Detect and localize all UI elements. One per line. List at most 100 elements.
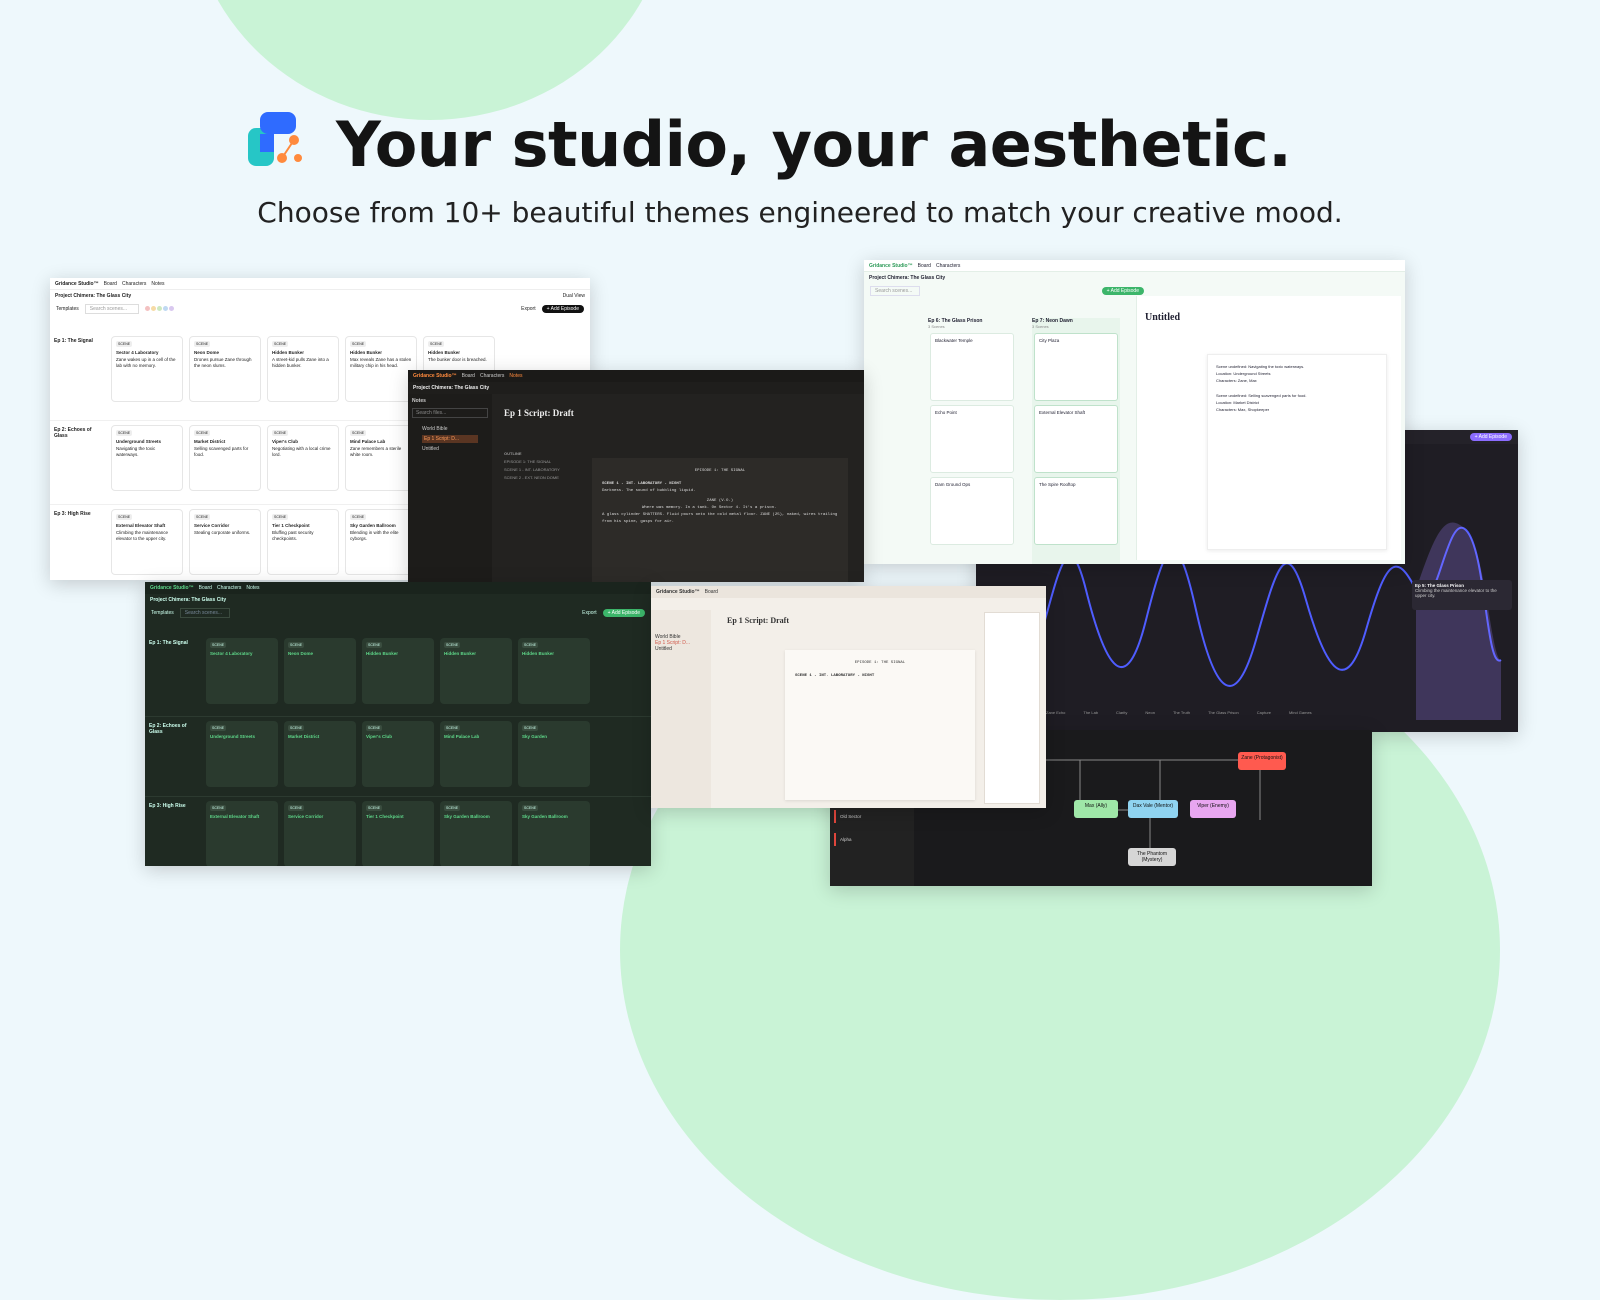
kanban-card[interactable]: Echo Point <box>930 405 1014 473</box>
scene-card[interactable]: SCENE Hidden Bunker A street-kid pulls Zan… <box>267 336 339 402</box>
card-title: Underground Streets <box>210 734 256 739</box>
scene-card[interactable]: SCENE Neon Dome Drones pursue Zane through… <box>189 336 261 402</box>
editor-line: Characters: Max, Shopkeeper <box>1216 407 1270 412</box>
row-label: Ep 1: The Signal <box>54 338 93 344</box>
row-label: Ep 3: High Rise <box>54 511 91 517</box>
nav-board[interactable]: Board <box>462 373 475 379</box>
card-title: Mind Palace Lab <box>444 734 480 739</box>
app-brand: Gridance Studio™ <box>656 589 700 595</box>
add-episode-button[interactable]: + Add Episode <box>602 609 645 617</box>
kanban-column: Ep 6: The Glass Prison 3 Scenes Blackwat… <box>928 318 1016 564</box>
scene-card[interactable]: SCENE Market District Selling scavenged pa… <box>189 425 261 491</box>
kanban-card[interactable]: Dam Ground Ops <box>930 477 1014 545</box>
script-page[interactable]: EPISODE 1: THE SIGNAL SCENE 1 - INT. LAB… <box>592 458 848 582</box>
breadcrumb: Project Chimera: The Glass City <box>408 382 864 394</box>
app-title-bar: Gridance Studio™ Board <box>651 586 1046 598</box>
scene-card[interactable]: SCENE Mind Palace Lab Zane remembers a ste… <box>345 425 417 491</box>
scene-card[interactable]: SCENE Market District <box>284 721 356 787</box>
file-item[interactable]: World Bible <box>422 426 478 432</box>
search-input[interactable]: Search scenes... <box>870 286 920 296</box>
kanban-card[interactable]: Blackwater Temple <box>930 333 1014 401</box>
scene-card[interactable]: SCENE Tier 1 Checkpoint Bluffing past secu… <box>267 509 339 575</box>
scene-card[interactable]: SCENE Sky Garden Ballroom <box>518 801 590 866</box>
search-input[interactable]: Search scenes... <box>84 304 139 314</box>
add-episode-button[interactable]: + Add Episode <box>1469 433 1512 441</box>
nav-notes[interactable]: Notes <box>509 373 522 379</box>
row-label: Ep 2: Echoes of Glass <box>149 723 187 735</box>
scene-card[interactable]: SCENE Neon Dome <box>284 638 356 704</box>
nav-board[interactable]: Board <box>199 585 212 591</box>
nav-notes[interactable]: Notes <box>151 281 164 287</box>
screenshot-kanban-light: Gridance Studio™ Board Characters Projec… <box>864 260 1405 564</box>
kanban-column: Ep 7: Neon Dawn 3 Scenes City Plaza Exte… <box>1032 318 1120 564</box>
scene-card[interactable]: SCENE Mind Palace Lab <box>440 721 512 787</box>
editor-title: Untitled <box>1145 312 1180 323</box>
nav-board[interactable]: Board <box>705 589 718 595</box>
app-brand: Gridance Studio™ <box>869 262 913 269</box>
card-title: Neon Dome <box>194 350 220 355</box>
scene-card[interactable]: SCENE Sky Garden Ballroom Blending in with… <box>345 509 417 575</box>
scene-card[interactable]: SCENE Viper's Club Negotiating with a loca… <box>267 425 339 491</box>
file-item[interactable]: Untitled <box>655 646 707 652</box>
nav-board[interactable]: Board <box>104 281 117 287</box>
dual-view-button[interactable]: Dual View <box>563 293 585 299</box>
card-desc: Stealing corporate uniforms. <box>194 530 251 535</box>
scene-card[interactable]: SCENE Underground Streets Navigating the t… <box>111 425 183 491</box>
scene-card[interactable]: SCENE Hidden Bunker <box>440 638 512 704</box>
export-button[interactable]: Export <box>521 306 535 312</box>
nav-characters[interactable]: Characters <box>217 585 241 591</box>
color-swatches[interactable] <box>144 305 175 313</box>
scene-card[interactable]: SCENE Sector 4 Laboratory Zane wakes up in… <box>111 336 183 402</box>
card-title: External Elevator Shaft <box>116 523 166 528</box>
kanban-card[interactable]: External Elevator Shaft <box>1034 405 1118 473</box>
kanban-card[interactable]: City Plaza <box>1034 333 1118 401</box>
scene-card[interactable]: SCENE Service Corridor <box>284 801 356 866</box>
scene-card[interactable]: SCENE Hidden Bunker Max reveals Zane has a… <box>345 336 417 402</box>
nav-characters[interactable]: Characters <box>122 281 146 287</box>
editor-page[interactable]: Scene undefined: Navigating the toxic wa… <box>1207 354 1387 550</box>
script-page[interactable]: EPISODE 1: THE SIGNAL SCENE 1 - INT. LAB… <box>785 650 975 800</box>
scene-card[interactable]: SCENE Service Corridor Stealing corporate … <box>189 509 261 575</box>
graph-label: The Truth <box>1172 710 1191 715</box>
scene-card[interactable]: SCENE External Elevator Shaft Climbing the… <box>111 509 183 575</box>
map-node[interactable]: Dax Vale (Mentor) <box>1128 800 1178 818</box>
nav-board[interactable]: Board <box>918 263 931 269</box>
map-node[interactable]: Viper (Enemy) <box>1190 800 1236 818</box>
search-input[interactable]: Search scenes... <box>179 608 230 618</box>
add-episode-button[interactable]: + Add Episode <box>1101 287 1144 295</box>
card-title: Service Corridor <box>194 523 230 528</box>
templates-button[interactable]: Templates <box>151 610 174 616</box>
card-desc: Bluffing past security checkpoints. <box>272 530 314 541</box>
outline-item[interactable]: EPISODE 1: THE SIGNAL <box>504 458 584 466</box>
scene-card[interactable]: SCENE Sky Garden <box>518 721 590 787</box>
graph-label: The Glass Prison <box>1208 710 1239 715</box>
board-row: Ep 3: High Rise SCENE External Elevator S… <box>145 796 651 866</box>
outline-item[interactable]: SCENE 1 - INT. LABORATORY <box>504 466 584 474</box>
file-item[interactable]: Untitled <box>422 446 478 452</box>
map-node[interactable]: Zane (Protagonist) <box>1238 752 1286 770</box>
scene-card[interactable]: SCENE External Elevator Shaft <box>206 801 278 866</box>
search-input[interactable]: Search files... <box>412 408 488 418</box>
add-episode-button[interactable]: + Add Episode <box>541 305 584 313</box>
templates-button[interactable]: Templates <box>56 306 79 312</box>
scene-card[interactable]: SCENE Sector 4 Laboratory <box>206 638 278 704</box>
kanban-card[interactable]: The Spire Rooftop <box>1034 477 1118 545</box>
scene-heading: SCENE 1 - INT. LABORATORY - NIGHT <box>795 674 875 678</box>
file-item[interactable]: Ep 1 Script: D... <box>422 435 478 443</box>
map-node[interactable]: The Phantom (Mystery) <box>1128 848 1176 866</box>
nav-characters[interactable]: Characters <box>480 373 504 379</box>
scene-card[interactable]: SCENE Hidden Bunker <box>362 638 434 704</box>
export-button[interactable]: Export <box>582 610 596 616</box>
outline-label: OUTLINE <box>504 451 522 456</box>
scene-card[interactable]: SCENE Viper's Club <box>362 721 434 787</box>
scene-card[interactable]: SCENE Sky Garden Ballroom <box>440 801 512 866</box>
nav-notes[interactable]: Notes <box>246 585 259 591</box>
outline-item[interactable]: SCENE 2 - EXT. NEON DOME <box>504 474 584 482</box>
scene-card[interactable]: SCENE Tier 1 Checkpoint <box>362 801 434 866</box>
scene-card[interactable]: SCENE Hidden Bunker <box>518 638 590 704</box>
nav-characters[interactable]: Characters <box>936 263 960 269</box>
scene-card[interactable]: SCENE Underground Streets <box>206 721 278 787</box>
map-node[interactable]: Max (Ally) <box>1074 800 1118 818</box>
card-desc: Zane remembers a sterile white room. <box>350 446 402 457</box>
card-title: Sky Garden <box>522 734 548 739</box>
